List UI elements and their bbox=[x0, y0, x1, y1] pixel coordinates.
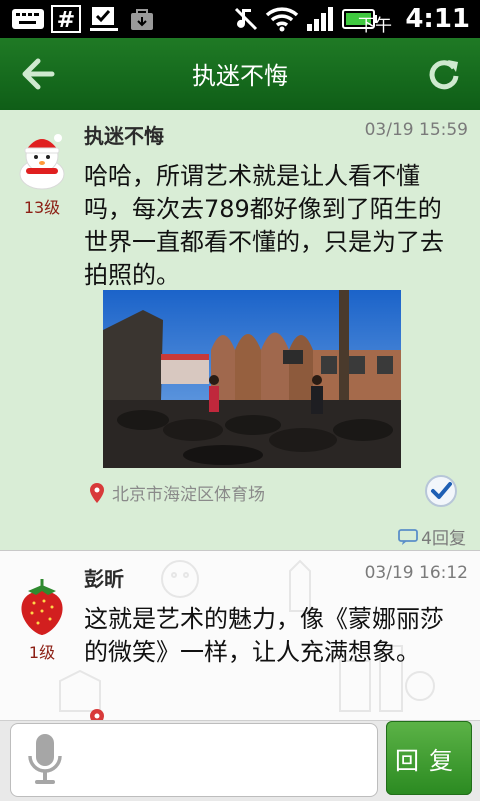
post-item[interactable]: 13级 执迷不悔 03/19 15:59 哈哈，所谓艺术就是让人看不懂吗，每次去… bbox=[0, 110, 480, 550]
user-level: 13级 bbox=[23, 198, 61, 217]
post-content: 这就是艺术的魅力，像《蒙娜丽莎的微笑》一样，让人充满想象。 bbox=[84, 605, 444, 666]
location-tag[interactable] bbox=[86, 707, 108, 721]
bag-icon bbox=[128, 6, 156, 32]
location-pin-icon bbox=[90, 482, 104, 503]
post-time: 03/19 16:12 bbox=[364, 563, 468, 583]
post-time: 03/19 15:59 bbox=[364, 120, 468, 140]
reply-count-text: 4回复 bbox=[421, 529, 466, 549]
strawberry-avatar[interactable] bbox=[14, 577, 70, 637]
keyboard-icon bbox=[10, 6, 46, 32]
status-ampm: 下午 bbox=[358, 16, 392, 36]
snowman-avatar[interactable] bbox=[14, 130, 70, 190]
post-photo[interactable] bbox=[103, 290, 401, 468]
reply-bar: 回复 bbox=[0, 720, 480, 801]
reply-button[interactable]: 回复 bbox=[386, 721, 472, 795]
wifi-icon bbox=[264, 6, 300, 32]
post-author[interactable]: 执迷不悔 bbox=[84, 120, 164, 149]
svg-text:#: # bbox=[57, 8, 75, 33]
status-bar: # 下午 4:11 bbox=[0, 0, 480, 38]
hash-icon: # bbox=[50, 5, 82, 33]
location-pin-icon bbox=[90, 709, 104, 721]
microphone-icon[interactable] bbox=[27, 732, 63, 788]
location-text: 北京市海淀区体育场 bbox=[112, 485, 265, 505]
status-time: 4:11 bbox=[405, 4, 470, 34]
user-level: 1级 bbox=[28, 643, 56, 662]
post-content: 哈哈，所谓艺术就是让人看不懂吗，每次去789都好像到了陌生的世界一直都看不懂的，… bbox=[84, 162, 444, 289]
header-bar: 执迷不悔 bbox=[0, 38, 480, 110]
reply-input[interactable] bbox=[10, 723, 378, 797]
location-tag[interactable]: 北京市海淀区体育场 bbox=[86, 480, 265, 505]
refresh-icon[interactable] bbox=[424, 54, 464, 94]
post-item[interactable]: 1级 彭昕 03/19 16:12 这就是艺术的魅力，像《蒙娜丽莎的微笑》一样，… bbox=[0, 550, 480, 721]
check-icon[interactable] bbox=[424, 474, 458, 508]
post-author[interactable]: 彭昕 bbox=[84, 563, 124, 592]
reply-count[interactable]: 4回复 bbox=[398, 524, 466, 549]
check-download-icon bbox=[88, 6, 120, 32]
page-title: 执迷不悔 bbox=[192, 62, 288, 90]
signal-icon bbox=[304, 6, 336, 32]
mute-icon bbox=[232, 6, 260, 32]
comment-icon bbox=[398, 528, 419, 545]
